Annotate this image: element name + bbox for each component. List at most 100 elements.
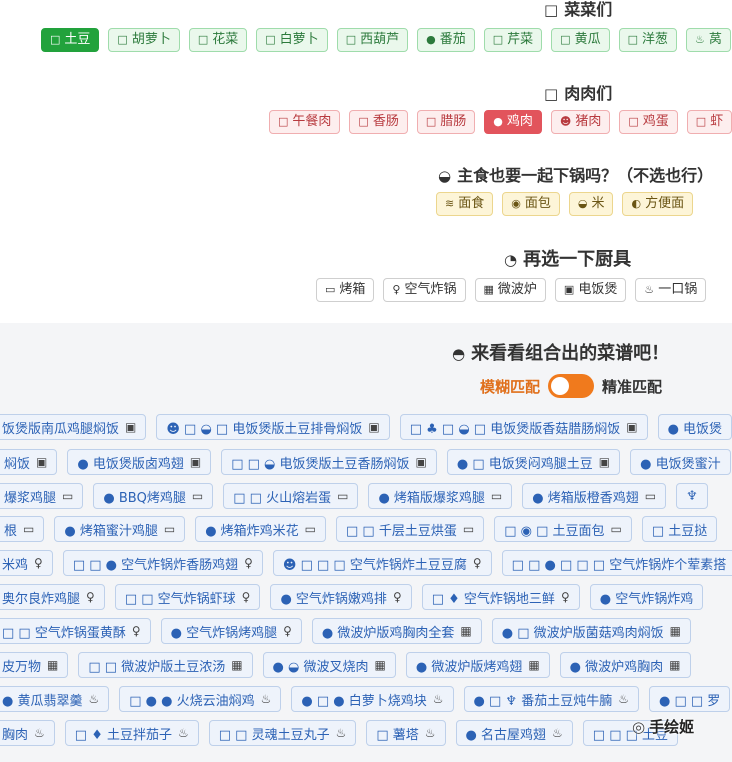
recipe-chip[interactable]: □ □ ● 空气炸锅炸香肠鸡翅 ♀ [62,550,263,576]
recipe-chip[interactable]: □ □ 千层土豆烘蛋 ▭ [336,516,485,542]
vegetable-chip[interactable]: □ 白萝卜 [256,28,328,52]
vegetable-chip[interactable]: □ 花菜 [188,28,248,52]
cookware-icon: ♀ [241,590,251,604]
recipe-chip[interactable]: 胸肉 ♨ [0,720,55,746]
vegetable-chip[interactable]: □ 芹菜 [483,28,543,52]
recipe-chip[interactable]: ● 电饭煲版卤鸡翅 ▣ [67,449,212,475]
vegetable-chip[interactable]: □ 黄瓜 [551,28,610,52]
recipe-chip[interactable]: ● 空气炸锅炸鸡 [589,584,704,610]
recipe-chip[interactable]: □ □ 火山熔岩蛋 ▭ [223,483,359,509]
recipe-chip[interactable]: ● □ 电饭煲闷鸡腿土豆 ▣ [446,449,621,475]
vegetable-chip[interactable]: □ 胡萝卜 [108,28,180,52]
meat-chip[interactable]: □ 虾 [686,110,732,134]
cookware-icon: ▦ [47,658,59,672]
recipe-label: ♆ [686,488,698,504]
recipe-chip[interactable]: ● □ ● 白萝卜烧鸡块 ♨ [291,686,454,712]
vegetable-chip[interactable]: □ 西葫芦 [336,28,409,52]
recipe-chip[interactable]: 米鸡 ♀ [0,550,53,576]
meat-chip[interactable]: ● 鸡肉 [484,110,542,134]
recipe-label: □ □ 千层土豆烘蛋 [346,523,457,539]
staple-chip[interactable]: ◉ 面包 [502,192,560,216]
recipe-row: 奥尔良炸鸡腿 ♀ □ □ 空气炸锅虾球 ♀ ● 空气炸锅嫩鸡排 ♀ □ ♦ 空气炸锅地三鲜 ♀… [0,584,704,610]
recipe-chip[interactable]: □ □ 灵魂土豆丸子 ♨ [208,720,357,746]
recipe-chip[interactable]: ● 电饭煲 [657,414,732,440]
recipe-chip[interactable]: ● 空气炸锅烤鸡腿 ♀ [160,618,302,644]
recipe-chip[interactable]: 焖饭 ▣ [0,449,58,475]
meat-chip[interactable]: ☻ 猪肉 [550,110,611,134]
recipe-row: 胸肉 ♨ □ ♦ 土豆拌茄子 ♨ □ □ 灵魂土豆丸子 ♨ □ 薯塔 ♨ ● 名古屋鸡翅 ♨ □ □… [0,720,679,746]
staple-chip[interactable]: ◐ 方便面 [622,192,694,216]
recipe-chip[interactable]: 皮万物 ▦ [0,652,69,678]
tool-chip[interactable]: ♨ 一口锅 [635,278,707,302]
recipe-chip[interactable]: ● 微波炉版烤鸡翅 ▦ [405,652,550,678]
tool-list: ▭ 烤箱 ♀ 空气炸锅 ▦ 微波炉 ▣ 电饭煲 ♨ 一口锅 [316,278,707,302]
recipe-chip[interactable]: □ □ ● □ □ □ 空气炸锅炸个荤素搭 [501,550,732,576]
staple-chip[interactable]: ≋ 面食 [436,192,494,216]
recipe-chip[interactable]: ● 电饭煲蜜汁 [630,449,731,475]
recipe-chip[interactable]: □ □ ◒ 电饭煲版土豆香肠焖饭 ▣ [221,449,437,475]
fuzzy-match-label[interactable]: 模糊匹配 [480,376,540,397]
recipe-chip[interactable]: □ 土豆挞 [641,516,718,542]
cookware-icon: ♨ [177,726,189,740]
vegetable-chip[interactable]: □ 洋葱 [618,28,677,52]
meat-chip[interactable]: □ 香肠 [349,110,408,134]
meat-chip[interactable]: □ 腊肠 [416,110,476,134]
tool-chip[interactable]: ▣ 电饭煲 [554,278,627,302]
recipe-label: □ ♦ 空气炸锅地三鲜 [431,591,555,607]
recipe-chip[interactable]: □ ● ● 火烧云油焖鸡 ♨ [119,686,282,712]
vegetable-chip[interactable]: □ 土豆 [41,28,100,52]
recipe-chip[interactable]: ● BBQ烤鸡腿 ▭ [93,483,214,509]
meat-icon: ☻ [559,115,572,128]
recipe-label: ☻ □ ◒ □ 电饭煲版土豆排骨焖饭 [166,421,363,437]
recipe-chip[interactable]: 根 ▭ [0,516,45,542]
recipe-chip[interactable]: □ □ 空气炸锅虾球 ♀ [114,584,261,610]
recipe-chip[interactable]: □ ♦ 土豆拌茄子 ♨ [64,720,199,746]
recipe-chip[interactable]: ● 空气炸锅嫩鸡排 ♀ [270,584,412,610]
cookware-icon: ▭ [23,522,35,536]
tool-chip[interactable]: ▭ 烤箱 [316,278,375,302]
recipe-chip[interactable]: ● □ ♆ 番茄土豆炖牛腩 ♨ [463,686,639,712]
bowl-icon: ◒ [438,167,452,185]
pot-icon: ◔ [504,251,518,269]
staple-icon: ◒ [577,197,588,210]
vegetable-chip[interactable]: ♨ 莴 [686,28,731,52]
recipe-chip[interactable]: ☻ □ □ □ 空气炸锅炸土豆豆腐 ♀ [272,550,492,576]
vegetable-chip[interactable]: ● 番茄 [417,28,475,52]
recipe-chip[interactable]: ♆ [676,483,708,509]
recipe-chip[interactable]: ● 烤箱炸鸡米花 ▭ [195,516,327,542]
tool-chip[interactable]: ♀ 空气炸锅 [383,278,466,302]
staple-chip[interactable]: ◒ 米 [568,192,614,216]
meat-chip[interactable]: □ 午餐肉 [269,110,341,134]
recipe-chip[interactable]: □ ♣ □ ◒ □ 电饭煲版香菇腊肠焖饭 ▣ [399,414,648,440]
recipe-chip[interactable]: □ □ 空气炸锅蛋黄酥 ♀ [0,618,151,644]
match-toggle-switch[interactable] [548,374,595,398]
recipe-chip[interactable]: 奥尔良炸鸡腿 ♀ [0,584,105,610]
recipe-chip[interactable]: ☻ □ ◒ □ 电饭煲版土豆排骨焖饭 ▣ [156,414,390,440]
recipe-chip[interactable]: 爆浆鸡腿 ▭ [0,483,84,509]
recipe-chip[interactable]: ● 烤箱版爆浆鸡腿 ▭ [368,483,513,509]
recipe-chip[interactable]: ● 烤箱版橙香鸡翅 ▭ [522,483,667,509]
recipe-chip[interactable]: □ ♦ 空气炸锅地三鲜 ♀ [421,584,580,610]
recipe-label: 米鸡 [2,557,29,573]
recipe-chip[interactable]: ● 微波炉鸡胸肉 ▦ [559,652,691,678]
recipe-chip[interactable]: ● 黄瓜翡翠羹 ♨ [0,686,110,712]
recipe-chip[interactable]: ● □ 微波炉版菌菇鸡肉焖饭 ▦ [491,618,691,644]
recipe-chip[interactable]: ● 微波炉版鸡胸肉全套 ▦ [311,618,482,644]
staples-title: ◒ 主食也要一起下锅吗？（不选也行） [438,166,714,185]
cookware-icon: ▭ [62,489,74,503]
recipe-chip[interactable]: □ 薯塔 ♨ [366,720,446,746]
recipe-chip[interactable]: ● 名古屋鸡翅 ♨ [455,720,573,746]
exact-match-label[interactable]: 精准匹配 [602,376,662,397]
recipe-chip[interactable]: ● 烤箱蜜汁鸡腿 ▭ [54,516,186,542]
tool-chip[interactable]: ▦ 微波炉 [474,278,546,302]
recipe-label: □ □ ● 空气炸锅炸香肠鸡翅 [72,557,239,573]
recipe-chip[interactable]: ● ◒ 微波叉烧肉 ▦ [262,652,396,678]
recipe-chip[interactable]: □ ◉ □ 土豆面包 ▭ [494,516,632,542]
recipe-chip[interactable]: 饭煲版南瓜鸡腿焖饭 ▣ [0,414,147,440]
meat-chip[interactable]: □ 鸡蛋 [619,110,678,134]
recipe-label: □ □ 微波炉版土豆浓汤 [88,659,226,675]
recipe-chip[interactable]: □ □ 微波炉版土豆浓汤 ▦ [78,652,253,678]
recipe-chip[interactable]: ● □ □ 罗 [648,686,731,712]
recipe-label: □ □ 火山熔岩蛋 [233,490,332,506]
recipe-label: ● 名古屋鸡翅 [465,727,547,743]
